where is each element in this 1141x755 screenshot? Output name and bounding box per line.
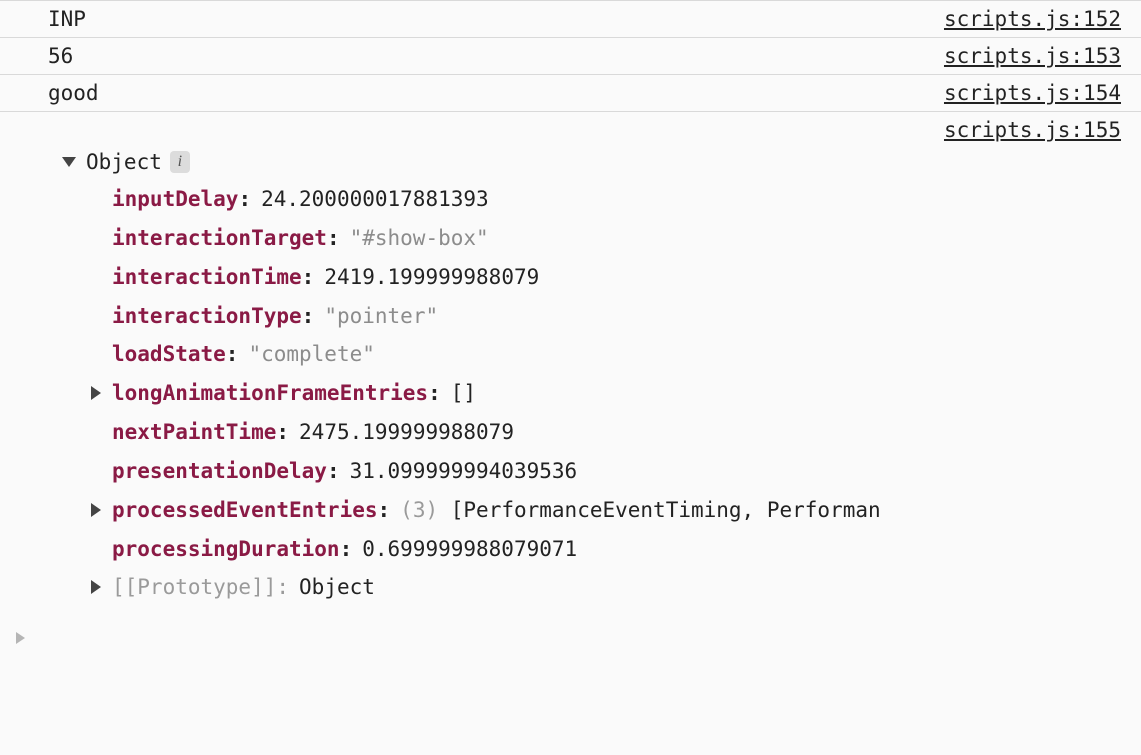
property-row: loadState: "complete"	[112, 335, 1121, 374]
object-expansion: Object i inputDelay: 24.200000017881393 …	[0, 148, 1141, 617]
log-row: good scripts.js:154	[0, 75, 1141, 112]
property-key: longAnimationFrameEntries	[112, 374, 428, 413]
property-value: 2475.199999988079	[299, 413, 514, 452]
property-value: []	[451, 374, 476, 413]
info-icon[interactable]: i	[170, 151, 190, 173]
property-key: interactionTarget	[112, 219, 327, 258]
source-link[interactable]: scripts.js:153	[944, 44, 1121, 68]
log-message: good	[48, 81, 920, 105]
property-row[interactable]: [[Prototype]]: Object	[112, 568, 1121, 607]
property-key: processedEventEntries	[112, 491, 378, 530]
property-row[interactable]: longAnimationFrameEntries: []	[112, 374, 1121, 413]
object-title: Object	[86, 150, 162, 174]
property-row: processingDuration: 0.699999988079071	[112, 530, 1121, 569]
property-value: 24.200000017881393	[261, 180, 489, 219]
console-panel: INP scripts.js:152 56 scripts.js:153 goo…	[0, 0, 1141, 657]
property-row: presentationDelay: 31.099999994039536	[112, 452, 1121, 491]
disclosure-triangle-right-icon[interactable]	[91, 503, 101, 517]
array-count: (3)	[400, 491, 438, 530]
disclosure-triangle-down-icon[interactable]	[62, 157, 76, 167]
property-key: loadState	[112, 335, 226, 374]
property-key: processingDuration	[112, 530, 340, 569]
log-message: INP	[48, 7, 920, 31]
property-value: 2419.199999988079	[324, 258, 539, 297]
object-properties: inputDelay: 24.200000017881393 interacti…	[112, 180, 1121, 607]
disclosure-triangle-right-icon[interactable]	[91, 386, 101, 400]
property-row: interactionTime: 2419.199999988079	[112, 258, 1121, 297]
property-value: 31.099999994039536	[350, 452, 578, 491]
property-row: interactionType: "pointer"	[112, 297, 1121, 336]
source-link[interactable]: scripts.js:152	[944, 7, 1121, 31]
log-row: INP scripts.js:152	[0, 0, 1141, 38]
log-row-object: scripts.js:155	[0, 112, 1141, 148]
property-key: inputDelay	[112, 180, 238, 219]
property-value: "pointer"	[324, 297, 438, 336]
property-key: presentationDelay	[112, 452, 327, 491]
property-row: inputDelay: 24.200000017881393	[112, 180, 1121, 219]
property-value: "#show-box"	[350, 219, 489, 258]
property-value: [PerformanceEventTiming, Performan	[451, 491, 881, 530]
property-row: nextPaintTime: 2475.199999988079	[112, 413, 1121, 452]
property-row[interactable]: processedEventEntries: (3) [PerformanceE…	[112, 491, 1121, 530]
property-value: "complete"	[248, 335, 374, 374]
source-link[interactable]: scripts.js:154	[944, 81, 1121, 105]
log-row: 56 scripts.js:153	[0, 38, 1141, 75]
property-value: 0.699999988079071	[362, 530, 577, 569]
property-key: interactionType	[112, 297, 302, 336]
chevron-right-icon	[16, 632, 25, 644]
property-row: interactionTarget: "#show-box"	[112, 219, 1121, 258]
prototype-key: [[Prototype]]	[112, 568, 276, 607]
log-message: 56	[48, 44, 920, 68]
source-link[interactable]: scripts.js:155	[944, 118, 1121, 142]
console-prompt[interactable]	[0, 617, 1141, 657]
disclosure-triangle-right-icon[interactable]	[91, 580, 101, 594]
object-header[interactable]: Object i	[62, 148, 1121, 180]
property-key: nextPaintTime	[112, 413, 276, 452]
prototype-value: Object	[299, 568, 375, 607]
property-key: interactionTime	[112, 258, 302, 297]
